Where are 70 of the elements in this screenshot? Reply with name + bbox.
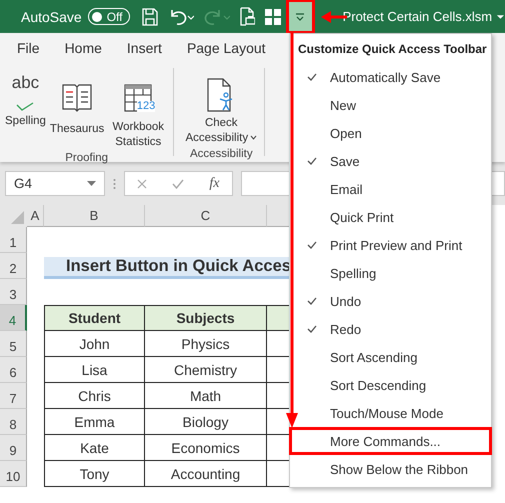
statistics-button[interactable]: 123 Workbook Statistics <box>107 68 170 152</box>
table-cell: Lisa <box>44 357 145 383</box>
customize-toolbar-button[interactable] <box>288 2 312 31</box>
table-cell: Kate <box>44 435 145 461</box>
print-preview-icon[interactable] <box>240 7 255 26</box>
column-header[interactable]: A <box>27 205 44 227</box>
menu-item[interactable]: Save <box>297 147 490 175</box>
enter-icon[interactable] <box>172 178 184 188</box>
menu-item[interactable]: Email <box>297 175 490 203</box>
insert-function-button[interactable]: fx <box>209 176 220 192</box>
menu-item[interactable]: New <box>297 91 490 119</box>
autosave-label: AutoSave <box>21 8 82 24</box>
table-cell: John <box>44 331 145 357</box>
menu-item[interactable]: Sort Ascending <box>297 343 490 371</box>
check-icon <box>16 102 34 112</box>
table-cell: Accounting <box>145 461 267 487</box>
dots-icon <box>113 178 116 190</box>
icon-label: abc <box>12 75 40 90</box>
save-icon[interactable] <box>142 8 158 26</box>
thesaurus-button[interactable]: Thesaurus <box>48 68 106 152</box>
row-header[interactable]: 3 <box>0 279 27 305</box>
row-header[interactable]: 6 <box>0 357 27 383</box>
group-label: Proofing <box>64 152 110 166</box>
menu-item[interactable]: Sort Descending <box>297 371 490 399</box>
menu-item[interactable]: Show Below the Ribbon <box>297 455 490 483</box>
cancel-icon[interactable] <box>137 178 148 188</box>
table-header: Student <box>44 305 145 331</box>
caret-icon <box>87 181 96 186</box>
row-header[interactable]: 4 <box>0 305 27 331</box>
row-header[interactable]: 8 <box>0 409 27 435</box>
row-header[interactable]: 7 <box>0 383 27 409</box>
menu-item[interactable]: Touch/Mouse Mode <box>297 399 490 427</box>
grid-icon[interactable] <box>264 8 281 24</box>
row-header[interactable]: 5 <box>0 331 27 357</box>
caret-icon <box>295 12 306 20</box>
menu-item[interactable]: Open <box>297 119 490 147</box>
table-cell: Biology <box>145 409 267 435</box>
row-header[interactable]: 9 <box>0 435 27 461</box>
autosave-toggle[interactable]: Off <box>88 8 130 25</box>
row-header[interactable]: 1 <box>0 227 27 253</box>
menu-item[interactable]: Quick Print <box>297 203 490 231</box>
caret-icon <box>496 14 505 20</box>
ribbon-tab[interactable]: Home <box>58 33 109 63</box>
name-box[interactable]: G4 <box>5 171 105 196</box>
menu-title: Customize Quick Access Toolbar <box>298 40 487 58</box>
table-cell: Math <box>145 383 267 409</box>
group-label: Accessibility <box>188 148 254 162</box>
row-header[interactable]: 10 <box>0 461 27 487</box>
ribbon-tab[interactable]: Insert <box>120 33 169 63</box>
menu-item[interactable]: Automatically Save <box>297 63 490 91</box>
table-cell: Tony <box>44 461 145 487</box>
table-cell: Emma <box>44 409 145 435</box>
column-header[interactable]: C <box>145 205 267 227</box>
ribbon-tab[interactable]: Page Layout <box>180 33 273 63</box>
menu-item[interactable]: Undo <box>297 287 490 315</box>
spelling-button[interactable]: abc Spelling <box>4 68 47 152</box>
table-cell: Physics <box>145 331 267 357</box>
accessibility-button[interactable]: Check Accessibility <box>184 68 258 148</box>
table-cell: Chris <box>44 383 145 409</box>
table-cell: Chemistry <box>145 357 267 383</box>
table-cell: Economics <box>145 435 267 461</box>
column-header[interactable]: B <box>44 205 145 227</box>
menu-item[interactable]: More Commands... <box>289 427 492 455</box>
menu-item[interactable]: Print Preview and Print <box>297 231 490 259</box>
icon-label: 123 <box>136 101 156 112</box>
menu-item[interactable]: Redo <box>297 315 490 343</box>
row-header[interactable]: 2 <box>0 253 27 279</box>
table-header: Subjects <box>145 305 267 331</box>
book-icon <box>62 84 92 112</box>
ribbon-tab[interactable]: File <box>10 33 47 63</box>
